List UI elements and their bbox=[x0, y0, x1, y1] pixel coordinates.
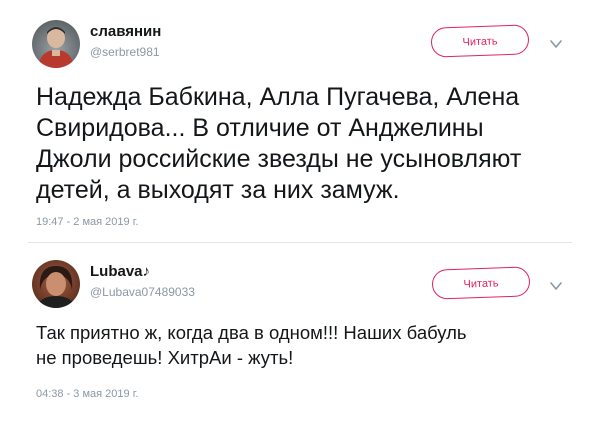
chevron-down-icon[interactable] bbox=[547, 37, 565, 51]
tweet-card: славянин @serbret981 Читать Надежда Бабк… bbox=[0, 0, 600, 246]
user-photo-icon bbox=[36, 266, 76, 308]
avatar[interactable] bbox=[32, 20, 80, 68]
user-photo-icon bbox=[38, 27, 74, 68]
follow-button[interactable]: Читать bbox=[431, 266, 531, 300]
tweet-card: Lubava♪ @Lubava07489033 Читать Так прият… bbox=[0, 246, 600, 436]
tweet-timestamp[interactable]: 19:47 - 2 мая 2019 г. bbox=[36, 216, 138, 228]
tweet-text: Надежда Бабкина, Алла Пугачева, Алена Св… bbox=[36, 83, 522, 204]
follow-button[interactable]: Читать bbox=[430, 24, 530, 58]
user-name[interactable]: Lubava♪ bbox=[90, 263, 150, 280]
avatar[interactable] bbox=[32, 260, 80, 308]
user-handle[interactable]: @serbret981 bbox=[90, 45, 160, 59]
tweet-divider bbox=[28, 242, 572, 243]
tweet-text: Так приятно ж, когда два в одном!!! Наши… bbox=[36, 322, 467, 368]
user-handle[interactable]: @Lubava07489033 bbox=[90, 285, 195, 299]
tweet-timestamp[interactable]: 04:38 - 3 мая 2019 г. bbox=[36, 388, 138, 400]
chevron-down-icon[interactable] bbox=[547, 279, 565, 293]
user-name[interactable]: славянин bbox=[90, 23, 161, 40]
